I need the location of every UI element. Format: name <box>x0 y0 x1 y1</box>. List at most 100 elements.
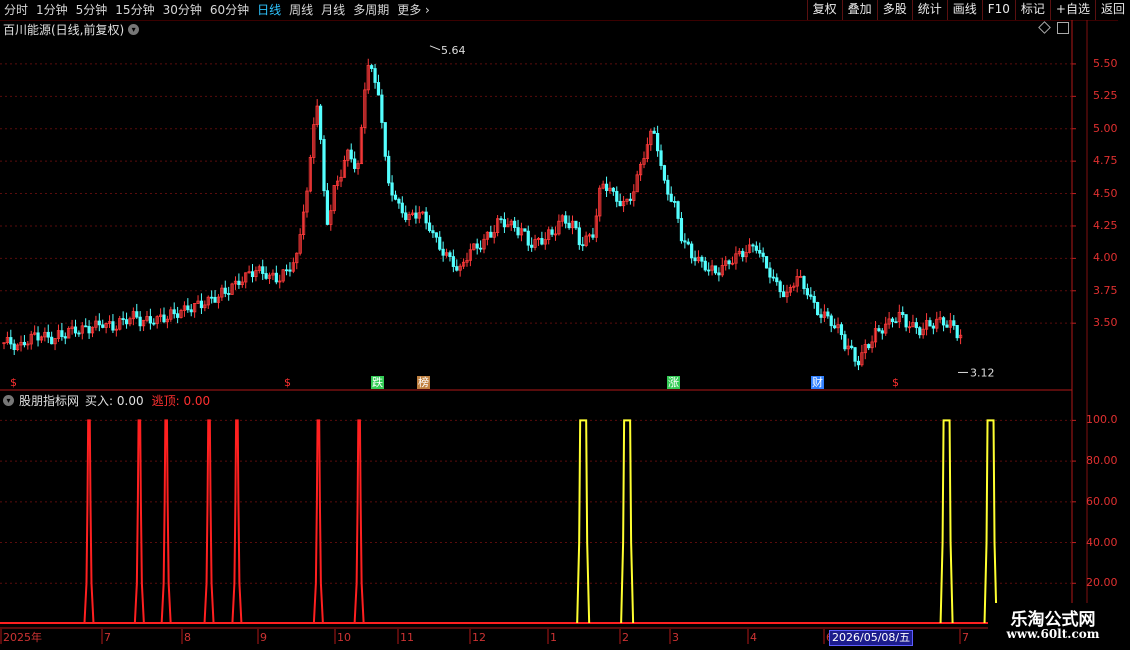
candle-body <box>836 324 840 329</box>
tab-2[interactable]: 5分钟 <box>72 0 112 20</box>
candle-body <box>26 343 30 346</box>
candle-body <box>53 338 57 345</box>
event-marker[interactable]: 涨 <box>667 376 680 389</box>
price-tick: 4.25 <box>1093 218 1118 232</box>
tab-6[interactable]: 日线 <box>253 0 285 20</box>
candle-body <box>547 229 551 240</box>
candle-body <box>557 220 561 235</box>
candle-body <box>162 314 166 323</box>
candle-body <box>329 210 333 225</box>
toolbar-button-2[interactable]: 多股 <box>876 0 912 20</box>
time-tick: 1 <box>550 631 557 644</box>
time-tick: 11 <box>400 631 414 644</box>
candle-body <box>730 262 735 265</box>
candle-body <box>758 249 762 254</box>
candle-body <box>536 238 541 240</box>
candle-body <box>935 318 939 329</box>
candle-body <box>489 231 493 238</box>
candle-body <box>227 293 231 295</box>
candle-body <box>931 325 935 329</box>
candle-body <box>564 215 568 224</box>
right-scroll-strip[interactable] <box>1118 20 1130 630</box>
candle-body <box>376 82 381 96</box>
panel-toggle-icon[interactable] <box>1057 22 1069 34</box>
kline-chart[interactable]: 5.64 3.12 <box>0 0 1130 650</box>
candle-body <box>734 253 738 264</box>
event-marker[interactable]: $ <box>10 376 17 389</box>
buy-signal-spike <box>983 419 998 624</box>
candle-body <box>107 321 112 324</box>
event-marker[interactable]: $ <box>892 376 899 389</box>
candle-body <box>5 337 10 344</box>
tab-10[interactable]: 更多 › <box>393 0 434 20</box>
tab-3[interactable]: 15分钟 <box>111 0 158 20</box>
candle-body <box>809 294 813 297</box>
candle-body <box>2 342 6 345</box>
watermark-url: www.60lt.com <box>1006 627 1100 641</box>
buy-signal-spike <box>620 419 635 624</box>
candle-body <box>924 320 929 330</box>
tab-8[interactable]: 月线 <box>317 0 349 20</box>
candle-body <box>199 300 204 309</box>
candle-body <box>751 244 755 247</box>
event-marker[interactable]: 跌 <box>371 376 384 389</box>
candle-body <box>397 198 401 204</box>
candle-body <box>737 250 741 255</box>
candle-body <box>63 336 67 339</box>
candle-body <box>342 160 347 178</box>
candle-body <box>499 218 503 221</box>
stock-title: 百川能源(日线,前复权) <box>3 23 125 37</box>
candle-body <box>29 333 33 345</box>
toolbar-button-4[interactable]: 画线 <box>946 0 982 20</box>
candle-body <box>363 89 367 129</box>
candle-body <box>662 165 667 181</box>
candle-body <box>598 187 602 217</box>
candle-body <box>608 187 612 191</box>
tab-5[interactable]: 60分钟 <box>206 0 253 20</box>
tab-9[interactable]: 多周期 <box>349 0 393 20</box>
time-tick: 2 <box>622 631 629 644</box>
candle-body <box>448 252 452 257</box>
tab-4[interactable]: 30分钟 <box>159 0 206 20</box>
candle-body <box>601 183 605 189</box>
candle-body <box>659 150 663 166</box>
diamond-icon[interactable] <box>1038 21 1051 34</box>
candle-body <box>523 228 527 232</box>
time-tick: 7 <box>104 631 111 644</box>
toolbar-button-6[interactable]: 标记 <box>1014 0 1050 20</box>
toolbar-button-5[interactable]: F10 <box>981 0 1015 20</box>
candle-body <box>887 318 891 325</box>
toolbar-button-7[interactable]: +自选 <box>1049 0 1095 20</box>
candle-body <box>911 322 915 328</box>
signal-spike <box>353 419 365 624</box>
candle-body <box>822 311 827 318</box>
candle-body <box>203 304 207 309</box>
signal-spike <box>133 419 145 624</box>
candle-body <box>496 218 500 233</box>
toolbar-button-3[interactable]: 统计 <box>911 0 947 20</box>
candle-body <box>182 305 187 311</box>
event-marker[interactable]: 财 <box>811 376 824 389</box>
candle-body <box>812 295 816 303</box>
event-marker[interactable]: $ <box>284 376 291 389</box>
candle-body <box>165 318 170 323</box>
collapse-icon[interactable]: ▾ <box>3 395 14 406</box>
toolbar-button-8[interactable]: 返回 <box>1094 0 1130 20</box>
dropdown-circle-icon[interactable]: ▾ <box>128 24 140 35</box>
candle-body <box>958 334 963 339</box>
tab-1[interactable]: 1分钟 <box>32 0 72 20</box>
tab-0[interactable]: 分时 <box>0 0 32 20</box>
event-marker[interactable]: 榜 <box>417 376 430 389</box>
candle-body <box>257 266 261 272</box>
candle-body <box>594 215 598 238</box>
candle-body <box>710 265 714 271</box>
toolbar-button-1[interactable]: 叠加 <box>841 0 877 20</box>
candle-body <box>46 331 50 338</box>
candle-body <box>918 327 922 336</box>
candle-body <box>948 320 952 328</box>
candle-body <box>632 191 636 201</box>
toolbar-button-0[interactable]: 复权 <box>806 0 842 20</box>
candle-body <box>540 238 544 245</box>
tab-7[interactable]: 周线 <box>285 0 317 20</box>
candle-body <box>189 309 193 313</box>
